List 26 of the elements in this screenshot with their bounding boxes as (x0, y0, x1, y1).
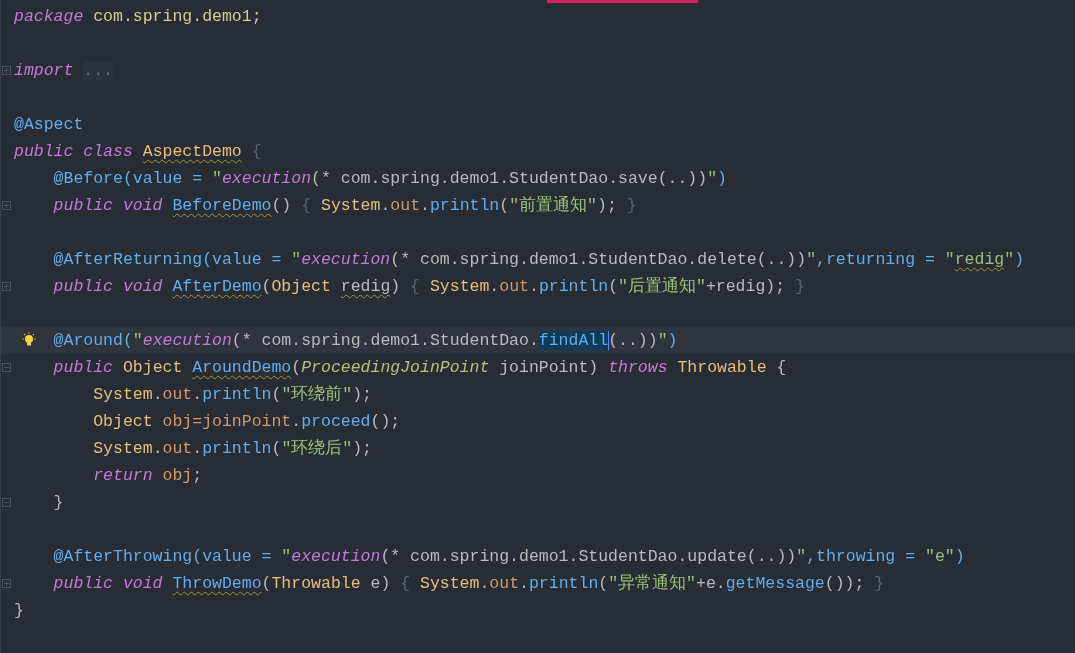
code-line: @Before(value = "execution(* com.spring.demo1.StudentDao.save(..))") (52, 168, 727, 190)
expand-fold-icon[interactable] (2, 282, 11, 291)
code-line: System.out.println("环绕前"); (92, 384, 372, 406)
code-line: public void BeforeDemo() { System.out.println("前置通知"); } (52, 195, 637, 217)
expand-fold-icon[interactable] (2, 66, 11, 75)
code-line: public Object AroundDemo(ProceedingJoinPoint joinPoint) throws Throwable { (52, 357, 787, 379)
code-line: } (14, 600, 24, 622)
expand-fold-icon[interactable] (2, 201, 11, 210)
code-line: @AfterThrowing(value = "execution(* com.spring.demo1.StudentDao.update(..))",throwing = "e") (52, 546, 965, 568)
code-line: package com.spring.demo1; (14, 6, 262, 28)
code-line: Object obj=joinPoint.proceed(); (92, 411, 401, 433)
code-line: public class AspectDemo { (14, 141, 262, 163)
code-line: import ... (14, 60, 114, 82)
lightbulb-icon[interactable] (21, 332, 37, 348)
code-line: @AfterReturning(value = "execution(* com.spring.demo1.StudentDao.delete(..))",returning = "redig") (52, 249, 1025, 271)
collapse-fold-icon[interactable] (2, 363, 11, 372)
collapse-fold-icon[interactable] (2, 498, 11, 507)
code-line: @Aspect (14, 114, 84, 136)
code-line: public void ThrowDemo(Throwable e) { System.out.println("异常通知"+e.getMessage()); } (52, 573, 885, 595)
code-line: return obj; (92, 465, 203, 487)
code-line: } (52, 492, 64, 514)
expand-fold-icon[interactable] (2, 579, 11, 588)
code-editor[interactable] (0, 0, 1075, 653)
code-line: @Around("execution(* com.spring.demo1.StudentDao.findAll(..))") (52, 330, 678, 352)
code-line: System.out.println("环绕后"); (92, 438, 372, 460)
code-line: public void AfterDemo(Object redig) { System.out.println("后置通知"+redig); } (52, 276, 805, 298)
